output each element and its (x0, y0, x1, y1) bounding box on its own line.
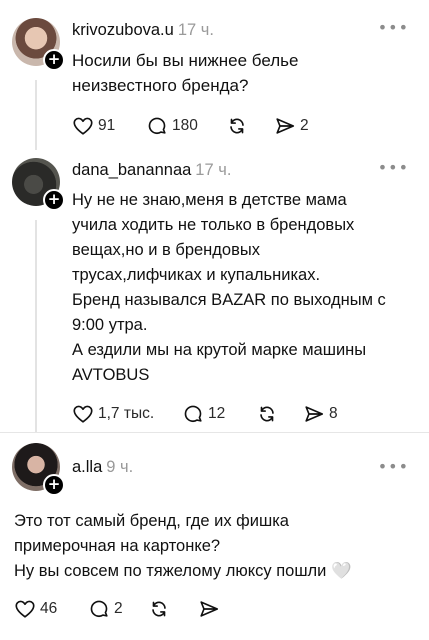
post-actions: 91 180 2 (72, 112, 332, 140)
post-header: krivozubova.u 17 ч. (72, 21, 214, 40)
text-line: неизвестного бренда? (72, 76, 249, 95)
timestamp: 17 ч. (195, 161, 232, 179)
timestamp: 9 ч. (106, 458, 134, 476)
username[interactable]: dana_banannaa (72, 161, 191, 179)
comment-bubble-icon (146, 115, 168, 137)
share-button[interactable]: 2 (274, 112, 309, 140)
share-button[interactable] (198, 595, 220, 623)
likes-count: 1,7 тыс. (98, 405, 155, 422)
like-button[interactable]: 91 (72, 112, 115, 140)
username[interactable]: a.lla (72, 458, 102, 476)
repost-button[interactable] (256, 400, 278, 428)
like-button[interactable]: 46 (14, 595, 57, 623)
likes-count: 91 (98, 117, 116, 134)
like-button[interactable]: 1,7 тыс. (72, 400, 154, 428)
follow-plus-icon[interactable]: + (43, 49, 65, 71)
share-button[interactable]: 8 (303, 400, 338, 428)
comments-count: 2 (114, 600, 123, 617)
text-line: Ну вы совсем по тяжелому люксу пошли 🤍 (14, 562, 352, 580)
more-dots-icon[interactable]: ••• (378, 18, 409, 37)
follow-plus-icon[interactable]: + (43, 189, 65, 211)
comments-count: 12 (208, 405, 226, 422)
text-line: примерочная на картонке? (14, 537, 221, 555)
send-icon (198, 598, 220, 620)
more-dots-icon[interactable]: ••• (378, 457, 409, 476)
comment-button[interactable]: 2 (88, 595, 123, 623)
thread-line (35, 80, 37, 150)
repost-icon (226, 115, 248, 137)
text-line: трусах,лифчиках и купальниках. (72, 266, 321, 284)
post-text: Ну не не знаю,меня в детстве мама учила … (72, 188, 386, 388)
post-1: + krivozubova.u 17 ч. ••• Носили бы вы ни… (0, 0, 429, 150)
text-line: Носили бы вы нижнее белье (72, 51, 299, 70)
text-line: Бренд назывался BAZAR по выходным с (72, 291, 386, 309)
heart-icon (14, 598, 36, 620)
comment-bubble-icon (182, 403, 204, 425)
repost-button[interactable] (148, 595, 170, 623)
heart-icon (72, 115, 94, 137)
text-line: AVTOBUS (72, 366, 150, 384)
username[interactable]: krivozubova.u (72, 21, 174, 39)
repost-button[interactable] (226, 112, 248, 140)
comments-count: 180 (172, 117, 198, 134)
comment-button[interactable]: 12 (182, 400, 225, 428)
likes-count: 46 (40, 600, 58, 617)
shares-count: 8 (329, 405, 338, 422)
send-icon (274, 115, 296, 137)
text-line: вещах,но и в брендовых (72, 241, 260, 259)
text-line: А ездили мы на крутой марке машины (72, 341, 367, 359)
text-line: учила ходить не только в брендовых (72, 216, 355, 234)
comment-bubble-icon (88, 598, 110, 620)
post-text: Это тот самый бренд, где их фишка пример… (14, 509, 352, 584)
repost-icon (256, 403, 278, 425)
repost-icon (148, 598, 170, 620)
post-3: + a.lla 9 ч. ••• Это тот самый бренд, где… (0, 433, 429, 640)
post-header: a.lla 9 ч. (72, 458, 133, 477)
post-text: Носили бы вы нижнее белье неизвестного б… (72, 48, 298, 98)
thread-line (35, 220, 37, 432)
post-actions: 46 2 (14, 595, 234, 623)
timestamp: 17 ч. (177, 21, 214, 39)
heart-icon (72, 403, 94, 425)
more-dots-icon[interactable]: ••• (378, 158, 409, 177)
avatar[interactable]: + (12, 443, 65, 496)
avatar[interactable]: + (12, 158, 65, 211)
post-2: + dana_banannaa 17 ч. ••• Ну не не знаю,м… (0, 150, 429, 432)
shares-count: 2 (300, 117, 309, 134)
comment-button[interactable]: 180 (146, 112, 198, 140)
text-line: Это тот самый бренд, где их фишка (14, 512, 289, 530)
text-line: 9:00 утра. (72, 316, 148, 334)
avatar[interactable]: + (12, 18, 65, 71)
text-line: Ну не не знаю,меня в детстве мама (72, 191, 347, 209)
post-header: dana_banannaa 17 ч. (72, 161, 231, 180)
post-actions: 1,7 тыс. 12 8 (72, 400, 352, 428)
send-icon (303, 403, 325, 425)
follow-plus-icon[interactable]: + (43, 474, 65, 496)
